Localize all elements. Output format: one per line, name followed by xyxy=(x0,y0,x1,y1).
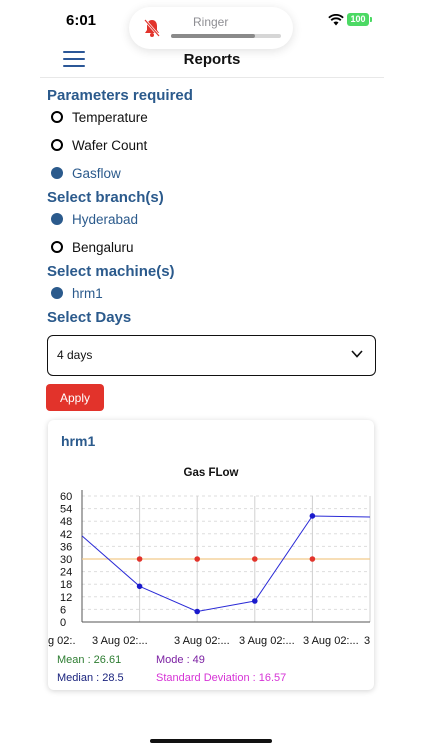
y-tick-label: 54 xyxy=(60,504,72,516)
chevron-down-icon xyxy=(351,350,363,358)
app-header: Reports xyxy=(40,44,384,78)
machine-option-hrm1[interactable]: hrm1 xyxy=(51,284,103,302)
y-tick-label: 30 xyxy=(60,554,72,566)
radio-selected-icon[interactable] xyxy=(51,167,63,179)
machines-title: Select machine(s) xyxy=(47,263,175,280)
y-tick-label: 36 xyxy=(60,541,72,553)
y-tick-label: 0 xyxy=(60,617,66,629)
std-stat: Standard Deviation : 16.57 xyxy=(156,672,287,684)
ringer-indicator: Ringer xyxy=(129,7,293,49)
days-title: Select Days xyxy=(47,309,132,326)
chart-card: hrm1 Gas FLow 0 6 12 18 24 30 36 42 48 54 60 g 02:.… xyxy=(48,420,374,690)
reference-point xyxy=(309,556,316,562)
branch-option-bengaluru[interactable]: Bengaluru xyxy=(51,238,134,256)
page-title: Reports xyxy=(183,51,241,68)
y-tick-label: 18 xyxy=(60,579,72,591)
ringer-label: Ringer xyxy=(193,15,229,29)
days-select[interactable]: 4 days xyxy=(47,335,376,376)
wifi-icon xyxy=(328,14,344,26)
y-tick-label: 12 xyxy=(60,592,72,604)
x-tick-label: 3 Aug 02:... xyxy=(239,635,295,647)
battery-tip xyxy=(370,17,372,22)
y-tick-label: 24 xyxy=(60,567,72,579)
parameter-label: Temperature xyxy=(72,109,148,125)
radio-unselected-icon[interactable] xyxy=(51,139,63,151)
machine-label: hrm1 xyxy=(72,285,103,301)
x-tick-label: g 02:. xyxy=(48,635,76,647)
parameter-option-wafer-count[interactable]: Wafer Count xyxy=(51,136,147,154)
branch-option-hyderabad[interactable]: Hyderabad xyxy=(51,210,138,228)
x-tick-label: 3 Aug 02:... xyxy=(303,635,359,647)
parameter-label: Wafer Count xyxy=(72,137,148,153)
radio-selected-icon[interactable] xyxy=(51,287,63,299)
status-time: 6:01 xyxy=(66,12,97,29)
status-bar: 6:01 Ringer 100 xyxy=(0,0,422,49)
parameter-label: Gasflow xyxy=(72,165,121,181)
mode-stat: Mode : 49 xyxy=(156,654,205,666)
y-tick-label: 48 xyxy=(60,516,72,528)
radio-selected-icon[interactable] xyxy=(51,213,63,225)
reference-point xyxy=(252,556,258,562)
reference-point xyxy=(194,556,200,562)
median-stat: Median : 28.5 xyxy=(57,672,124,684)
parameter-option-temperature[interactable]: Temperature xyxy=(51,108,148,126)
radio-unselected-icon[interactable] xyxy=(51,241,63,253)
branch-label: Hyderabad xyxy=(72,211,139,227)
apply-button[interactable]: Apply xyxy=(46,384,104,411)
series-point xyxy=(252,598,258,604)
y-tick-label: 6 xyxy=(60,604,66,616)
mean-stat: Mean : 26.61 xyxy=(57,654,122,666)
days-selected-value: 4 days xyxy=(57,348,93,362)
ringer-volume-fill xyxy=(171,34,255,38)
branch-label: Bengaluru xyxy=(72,239,134,255)
parameter-option-gasflow[interactable]: Gasflow xyxy=(51,164,121,182)
series-point xyxy=(136,583,143,590)
reference-point xyxy=(136,556,143,562)
y-tick-label: 60 xyxy=(60,491,72,503)
x-tick-label: 3 Aug 02:... xyxy=(174,635,230,647)
branches-title: Select branch(s) xyxy=(47,189,164,206)
home-indicator xyxy=(150,739,272,743)
y-tick-label: 42 xyxy=(60,529,72,541)
radio-unselected-icon[interactable] xyxy=(51,111,63,123)
battery-icon: 100 xyxy=(347,13,369,26)
x-tick-label: 3 xyxy=(364,635,370,647)
series-point xyxy=(194,608,200,615)
x-tick-label: 3 Aug 02:... xyxy=(92,635,148,647)
bell-slash-icon xyxy=(144,19,160,37)
series-point xyxy=(309,513,316,519)
ringer-volume-bar xyxy=(171,34,281,38)
parameters-title: Parameters required xyxy=(47,87,193,104)
gas-flow-chart: 06121824303642485460 g 02:. 3 Aug 02:... 3 … xyxy=(48,490,371,647)
